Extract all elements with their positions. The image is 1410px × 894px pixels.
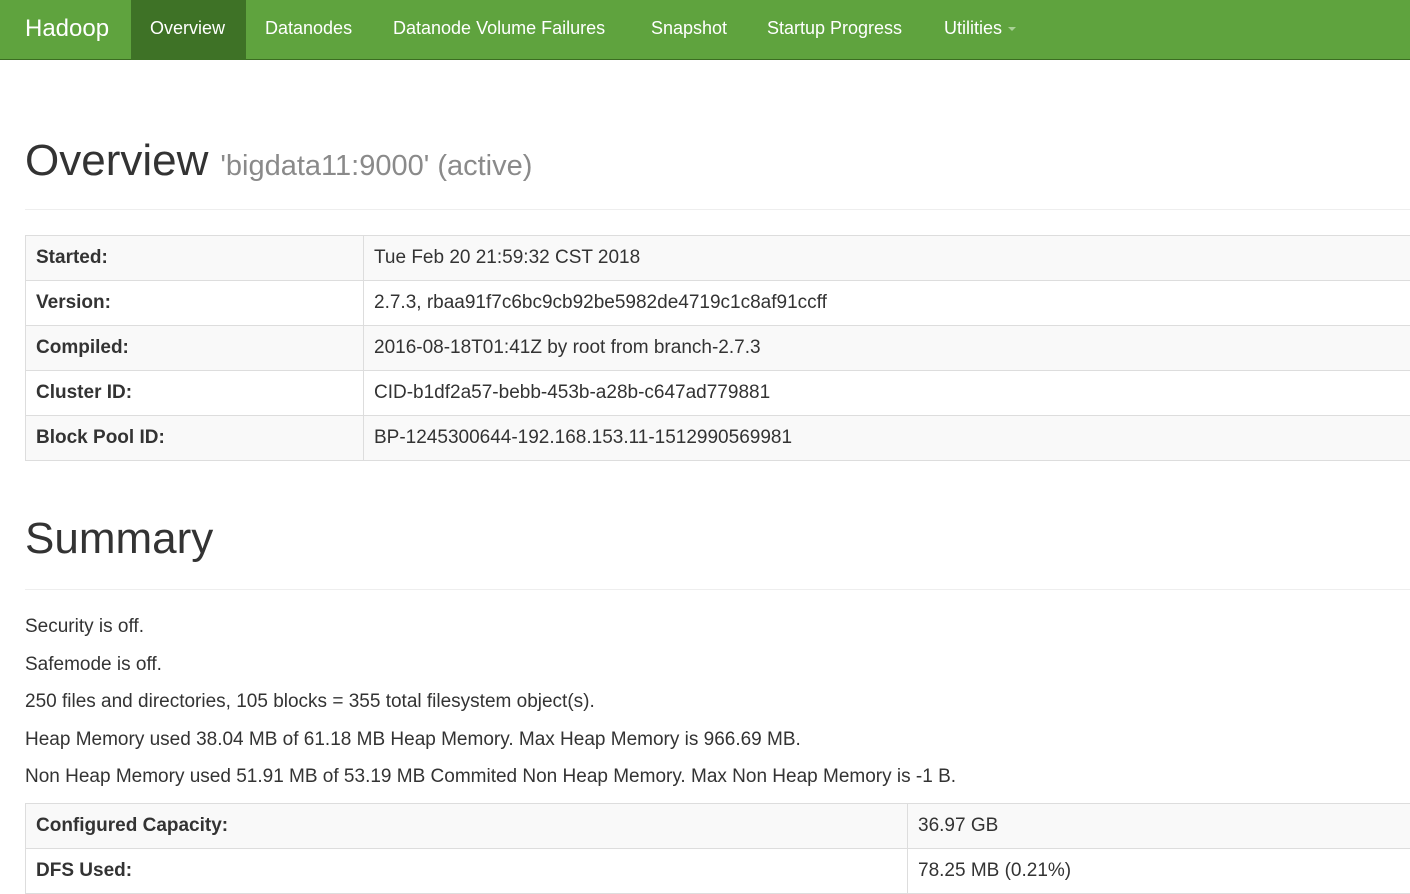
safemode-status: Safemode is off. (25, 654, 162, 676)
filesystem-objects: 250 files and directories, 105 blocks = … (25, 691, 595, 713)
non-heap-memory: Non Heap Memory used 51.91 MB of 53.19 M… (25, 766, 956, 788)
table-row: Configured Capacity: 36.97 GB (26, 804, 1410, 849)
page-title: Overview (25, 136, 208, 185)
nav-dropdown-utilities[interactable]: Utilities (944, 0, 1016, 60)
nav-tab-label: Datanode Volume Failures (393, 18, 605, 38)
overview-table: Started: Tue Feb 20 21:59:32 CST 2018 Ve… (25, 235, 1410, 461)
namenode-address: 'bigdata11:9000' (active) (220, 150, 532, 182)
table-row: Compiled: 2016-08-18T01:41Z by root from… (26, 326, 1410, 371)
nav-tab-label: Snapshot (651, 18, 727, 38)
nav-tab-label: Datanodes (265, 18, 352, 38)
row-key: DFS Used: (26, 849, 908, 894)
row-value: BP-1245300644-192.168.153.11-15129905699… (364, 416, 1410, 461)
row-value: 78.25 MB (0.21%) (908, 849, 1410, 894)
row-key: Block Pool ID: (26, 416, 364, 461)
row-key: Version: (26, 281, 364, 326)
nav-tab-label: Startup Progress (767, 18, 902, 38)
nav-tab-datanode-volume-failures[interactable]: Datanode Volume Failures (393, 0, 605, 60)
row-value: CID-b1df2a57-bebb-453b-a28b-c647ad779881 (364, 371, 1410, 416)
header-divider (25, 589, 1410, 590)
nav-tab-datanodes[interactable]: Datanodes (265, 0, 352, 60)
row-value: 2.7.3, rbaa91f7c6bc9cb92be5982de4719c1c8… (364, 281, 1410, 326)
caret-down-icon (1008, 27, 1016, 31)
table-row: Version: 2.7.3, rbaa91f7c6bc9cb92be5982d… (26, 281, 1410, 326)
top-navbar: Hadoop Overview Datanodes Datanode Volum… (0, 0, 1410, 60)
nav-tab-label: Utilities (944, 18, 1002, 38)
nav-tab-startup-progress[interactable]: Startup Progress (767, 0, 902, 60)
table-row: Cluster ID: CID-b1df2a57-bebb-453b-a28b-… (26, 371, 1410, 416)
row-key: Cluster ID: (26, 371, 364, 416)
row-value: 36.97 GB (908, 804, 1410, 849)
section-title: Summary (25, 514, 213, 563)
row-value: 2016-08-18T01:41Z by root from branch-2.… (364, 326, 1410, 371)
summary-heading: Summary (25, 514, 213, 564)
table-row: Block Pool ID: BP-1245300644-192.168.153… (26, 416, 1410, 461)
row-key: Configured Capacity: (26, 804, 908, 849)
row-key: Compiled: (26, 326, 364, 371)
security-status: Security is off. (25, 616, 144, 638)
overview-heading: Overview 'bigdata11:9000' (active) (25, 136, 532, 186)
table-row: DFS Used: 78.25 MB (0.21%) (26, 849, 1410, 894)
nav-tab-snapshot[interactable]: Snapshot (651, 0, 727, 60)
table-row: Started: Tue Feb 20 21:59:32 CST 2018 (26, 236, 1410, 281)
nav-tab-overview[interactable]: Overview (131, 0, 246, 60)
header-divider (25, 209, 1410, 210)
summary-table: Configured Capacity: 36.97 GB DFS Used: … (25, 803, 1410, 894)
heap-memory: Heap Memory used 38.04 MB of 61.18 MB He… (25, 729, 801, 751)
row-value: Tue Feb 20 21:59:32 CST 2018 (364, 236, 1410, 281)
row-key: Started: (26, 236, 364, 281)
nav-tab-label: Overview (150, 18, 225, 38)
brand-logo[interactable]: Hadoop (25, 0, 109, 60)
